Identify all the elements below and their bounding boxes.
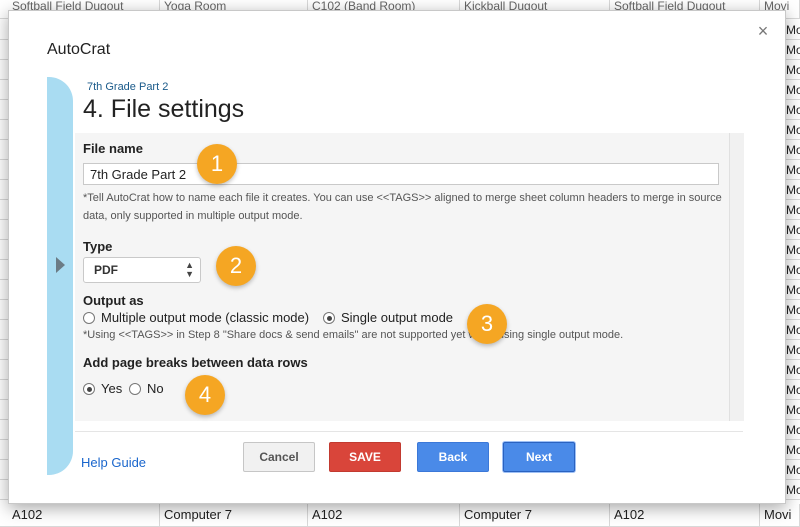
sheet-cell[interactable] xyxy=(0,420,8,440)
sheet-cell[interactable]: Movi xyxy=(786,480,800,500)
output-as-label: Output as xyxy=(83,293,144,308)
page-breaks-no-label: No xyxy=(147,381,164,396)
single-output-label: Single output mode xyxy=(341,310,454,325)
sheet-cell[interactable]: A102 xyxy=(308,504,460,526)
sheet-cell[interactable] xyxy=(0,40,8,60)
sheet-cell[interactable]: Movi xyxy=(786,160,800,180)
help-guide-link[interactable]: Help Guide xyxy=(81,455,146,470)
sheet-cell[interactable]: Movi xyxy=(786,220,800,240)
sheet-cell[interactable] xyxy=(0,240,8,260)
callout-badge-2: 2 xyxy=(216,246,256,286)
radio-multiple-output[interactable] xyxy=(83,312,95,324)
step-rail xyxy=(47,77,73,475)
type-label: Type xyxy=(83,239,113,254)
sheet-cell[interactable]: Movi xyxy=(786,80,800,100)
sheet-cell[interactable]: A102 xyxy=(8,504,160,526)
page-breaks-label: Add page breaks between data rows xyxy=(83,355,308,370)
cancel-button[interactable]: Cancel xyxy=(243,442,315,472)
sheet-cell[interactable] xyxy=(0,100,8,120)
app-title: AutoCrat xyxy=(47,41,111,58)
autocrat-dialog: AutoCrat × 7th Grade Part 2 4. File sett… xyxy=(8,10,786,504)
sheet-cell[interactable]: Movi xyxy=(786,420,800,440)
sheet-cell[interactable]: Movi xyxy=(786,280,800,300)
sheet-cell[interactable] xyxy=(0,200,8,220)
save-button[interactable]: SAVE xyxy=(329,442,401,472)
callout-badge-4: 4 xyxy=(185,375,225,415)
multiple-output-label: Multiple output mode (classic mode) xyxy=(101,310,310,325)
collapse-arrow-icon[interactable] xyxy=(56,257,65,273)
sheet-cell[interactable] xyxy=(0,80,8,100)
sheet-cell[interactable] xyxy=(0,460,8,480)
radio-single-output[interactable] xyxy=(323,312,335,324)
sheet-cell[interactable] xyxy=(0,140,8,160)
sheet-cell[interactable]: Movi xyxy=(786,180,800,200)
file-name-help-line-2: data, only supported in multiple output … xyxy=(83,210,303,222)
sheet-cell[interactable] xyxy=(0,160,8,180)
select-arrows-icon: ▲ ▼ xyxy=(185,260,194,279)
sheet-cell[interactable] xyxy=(0,260,8,280)
file-name-help-line-1: *Tell AutoCrat how to name each file it … xyxy=(83,192,722,204)
radio-page-breaks-yes[interactable] xyxy=(83,383,95,395)
sheet-cell[interactable]: Movi xyxy=(786,140,800,160)
sheet-cell[interactable]: Movi xyxy=(786,300,800,320)
callout-badge-3: 3 xyxy=(467,304,507,344)
sheet-cell[interactable] xyxy=(0,360,8,380)
sheet-cell[interactable]: Movi xyxy=(786,240,800,260)
sheet-cell[interactable]: Movi xyxy=(786,100,800,120)
sheet-cell[interactable] xyxy=(0,280,8,300)
sheet-cell[interactable]: A102 xyxy=(610,504,760,526)
type-selected-value: PDF xyxy=(94,263,118,277)
sheet-cell[interactable]: Movi xyxy=(786,40,800,60)
breadcrumb: 7th Grade Part 2 xyxy=(87,81,169,93)
file-name-input[interactable] xyxy=(83,163,719,185)
back-button[interactable]: Back xyxy=(417,442,489,472)
sheet-cell[interactable]: Movi xyxy=(786,380,800,400)
sheet-cell[interactable]: Movi xyxy=(786,460,800,480)
sheet-cell[interactable]: Movi xyxy=(786,200,800,220)
callout-badge-1: 1 xyxy=(197,144,237,184)
sheet-cell[interactable]: Movi xyxy=(786,320,800,340)
sheet-cell[interactable]: Movi xyxy=(786,340,800,360)
sheet-cell[interactable]: Movi xyxy=(786,120,800,140)
sheet-cell[interactable] xyxy=(0,220,8,240)
sheet-cell[interactable]: Movi xyxy=(786,440,800,460)
page-title: 4. File settings xyxy=(83,95,245,123)
page-breaks-yes-label: Yes xyxy=(101,381,123,396)
sheet-cell[interactable] xyxy=(0,60,8,80)
sheet-cell[interactable]: Movi xyxy=(786,60,800,80)
sheet-cell[interactable]: Computer 7 xyxy=(460,504,610,526)
sheet-cell[interactable] xyxy=(0,480,8,500)
sheet-cell[interactable] xyxy=(0,300,8,320)
footer-divider xyxy=(75,431,743,432)
sheet-cell[interactable]: Movi xyxy=(786,360,800,380)
radio-page-breaks-no[interactable] xyxy=(129,383,141,395)
sheet-cell[interactable] xyxy=(0,340,8,360)
sheet-cell[interactable] xyxy=(0,180,8,200)
sheet-cell[interactable] xyxy=(0,400,8,420)
sheet-cell[interactable]: Computer 7 xyxy=(160,504,308,526)
file-name-label: File name xyxy=(83,141,143,156)
type-select[interactable]: PDF ▲ ▼ xyxy=(83,257,201,283)
sheet-cell[interactable] xyxy=(0,380,8,400)
sheet-cell[interactable]: Movi xyxy=(786,400,800,420)
next-button[interactable]: Next xyxy=(503,442,575,472)
output-as-help: *Using <<TAGS>> in Step 8 "Share docs & … xyxy=(83,329,624,341)
sheet-cell[interactable]: Movi xyxy=(786,260,800,280)
close-icon[interactable]: × xyxy=(755,22,771,40)
sheet-cell[interactable]: Movi xyxy=(760,504,800,526)
sheet-cell[interactable] xyxy=(0,320,8,340)
panel-scrollbar[interactable] xyxy=(729,133,744,421)
sheet-cell[interactable]: Movi xyxy=(786,20,800,40)
sheet-cell[interactable] xyxy=(0,440,8,460)
sheet-cell[interactable] xyxy=(0,120,8,140)
sheet-cell[interactable] xyxy=(0,20,8,40)
sheet-bottom-row: A102 Computer 7 A102 Computer 7 A102 Mov… xyxy=(0,504,800,527)
